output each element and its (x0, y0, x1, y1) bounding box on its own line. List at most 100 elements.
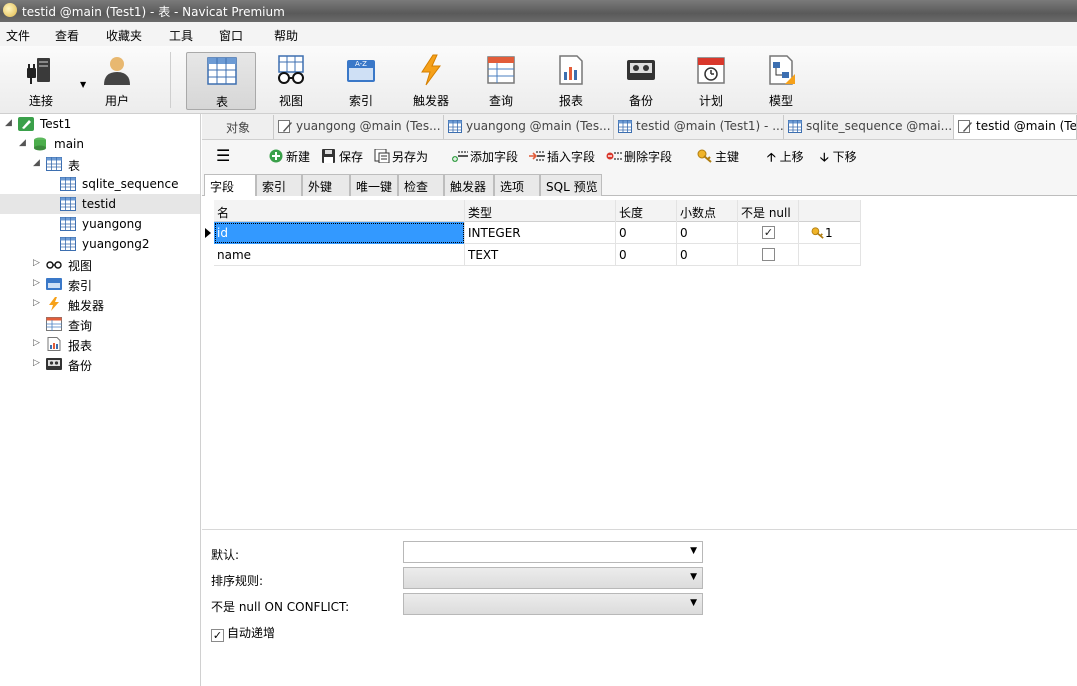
tree-expanded-icon[interactable]: ◢ (33, 158, 40, 168)
add-field-button[interactable]: 添加字段 (452, 148, 518, 165)
tree-table-label: yuangong (82, 217, 142, 231)
plug-icon (27, 58, 50, 84)
tab-sql-preview[interactable]: SQL 预览 (540, 174, 602, 196)
tab-unique-keys[interactable]: 唯一键 (350, 174, 398, 196)
tab-data-yuangong[interactable]: yuangong @main (Tes... (444, 115, 614, 139)
not-null-checkbox[interactable]: ✓ (762, 226, 775, 239)
toolbar-schedule-button[interactable]: 计划 (676, 52, 746, 110)
field-name-cell[interactable]: name (214, 244, 465, 266)
toolbar-report-button[interactable]: 报表 (536, 52, 606, 110)
tree-collapsed-icon[interactable]: ▷ (33, 258, 40, 268)
field-length-cell[interactable]: 0 (616, 244, 677, 266)
tree-reports-group[interactable]: ▷ 报表 (0, 334, 200, 354)
column-header-name[interactable]: 名 (214, 200, 465, 222)
connect-button[interactable]: 连接 ▼ (6, 52, 86, 110)
not-null-checkbox[interactable] (762, 248, 775, 261)
save-button[interactable]: 保存 (321, 148, 363, 165)
toolbar-index-label: 索引 (348, 94, 373, 108)
menu-favorites[interactable]: 收藏夹 (106, 27, 142, 44)
column-header-type[interactable]: 类型 (465, 200, 616, 222)
column-header-key (799, 200, 861, 222)
tab-fields-label: 字段 (210, 180, 235, 194)
toolbar-backup-button[interactable]: 备份 (606, 52, 676, 110)
delete-field-button[interactable]: 删除字段 (606, 148, 672, 165)
tree-collapsed-icon[interactable]: ▷ (33, 278, 40, 288)
field-length-cell[interactable]: 0 (616, 222, 677, 244)
toolbar-trigger-button[interactable]: 触发器 (396, 52, 466, 110)
tree-tables-label: 表 (68, 159, 81, 173)
chevron-down-icon: ▼ (690, 598, 697, 608)
tree-collapsed-icon[interactable]: ▷ (33, 298, 40, 308)
primary-key-button[interactable]: 主键 (697, 148, 739, 165)
field-row[interactable]: id INTEGER 0 0 ✓ 1 (205, 222, 861, 244)
field-not-null-cell[interactable] (738, 244, 799, 266)
field-type-cell[interactable]: TEXT (465, 244, 616, 266)
tree-collapsed-icon[interactable]: ▷ (33, 358, 40, 368)
collation-select[interactable]: ▼ (403, 567, 703, 589)
tree-triggers-group[interactable]: ▷ 触发器 (0, 294, 200, 314)
default-select[interactable]: ▼ (403, 541, 703, 563)
hamburger-menu-icon[interactable]: ☰ (216, 146, 230, 165)
tree-backups-group[interactable]: ▷ 备份 (0, 354, 200, 374)
user-button[interactable]: 用户 (82, 52, 152, 110)
tab-objects[interactable]: 对象 (202, 115, 274, 139)
tree-table-item[interactable]: yuangong (0, 214, 200, 234)
toolbar-table-button[interactable]: 表 (186, 52, 256, 110)
tree-table-item[interactable]: sqlite_sequence (0, 174, 200, 194)
tree-table-item[interactable]: yuangong2 (0, 234, 200, 254)
tree-tables-group[interactable]: ◢ 表 (0, 154, 200, 174)
autoincrement-option[interactable]: ✓ 自动递增 (211, 624, 275, 642)
field-decimals-cell[interactable]: 0 (677, 244, 738, 266)
field-decimals-cell[interactable]: 0 (677, 222, 738, 244)
tab-fields[interactable]: 字段 (204, 174, 256, 197)
database-icon (34, 137, 46, 151)
object-tab-bar: 对象 yuangong @main (Tes... yuangong @main… (202, 114, 1077, 140)
tab-checks[interactable]: 检查 (398, 174, 444, 196)
insert-field-button[interactable]: 插入字段 (529, 148, 595, 165)
menu-file[interactable]: 文件 (6, 27, 30, 44)
toolbar-view-button[interactable]: 视图 (256, 52, 326, 110)
tab-triggers[interactable]: 触发器 (444, 174, 494, 196)
tab-indexes[interactable]: 索引 (256, 174, 302, 196)
tree-table-item-selected[interactable]: testid (0, 194, 200, 214)
toolbar-index-button[interactable]: A-Z 索引 (326, 52, 396, 110)
tree-table-label: sqlite_sequence (82, 177, 179, 191)
toolbar-model-button[interactable]: 模型 (746, 52, 816, 110)
column-header-decimals[interactable]: 小数点 (677, 200, 738, 222)
save-as-button[interactable]: 另存为 (374, 148, 428, 165)
tree-queries-group[interactable]: 查询 (0, 314, 200, 334)
field-row[interactable]: name TEXT 0 0 (214, 244, 861, 266)
tab-design-testid[interactable]: testid @main (Tes (954, 115, 1077, 139)
current-row-marker (205, 228, 211, 238)
not-null-conflict-select[interactable]: ▼ (403, 593, 703, 615)
tab-data-testid[interactable]: testid @main (Test1) - ... (614, 115, 784, 139)
new-button[interactable]: 新建 (268, 148, 310, 165)
tab-data-sqlite-sequence[interactable]: sqlite_sequence @mai... (784, 115, 954, 139)
tree-expanded-icon[interactable]: ◢ (5, 118, 12, 128)
field-name-cell[interactable]: id (214, 222, 465, 244)
toolbar-query-button[interactable]: 查询 (466, 52, 536, 110)
autoincrement-checkbox[interactable]: ✓ (211, 629, 224, 642)
move-down-button[interactable]: 🡣 下移 (820, 148, 857, 169)
tree-indexes-group[interactable]: ▷ 索引 (0, 274, 200, 294)
tree-collapsed-icon[interactable]: ▷ (33, 338, 40, 348)
tab-options[interactable]: 选项 (494, 174, 540, 196)
tab-design-yuangong[interactable]: yuangong @main (Tes... (274, 115, 444, 139)
field-not-null-cell[interactable]: ✓ (738, 222, 799, 244)
tree-connection[interactable]: ◢ Test1 (0, 114, 200, 134)
menu-view[interactable]: 查看 (55, 27, 79, 44)
tree-expanded-icon[interactable]: ◢ (19, 138, 26, 148)
user-label: 用户 (104, 94, 129, 108)
tree-database-label: main (54, 137, 84, 151)
tree-views-group[interactable]: ▷ 视图 (0, 254, 200, 274)
tree-database[interactable]: ◢ main (0, 134, 200, 154)
tab-foreign-keys[interactable]: 外键 (302, 174, 350, 196)
model-icon (769, 55, 795, 85)
column-header-length[interactable]: 长度 (616, 200, 677, 222)
menu-tools[interactable]: 工具 (169, 27, 193, 44)
move-up-button[interactable]: 🡡 上移 (767, 148, 804, 169)
menu-window[interactable]: 窗口 (219, 27, 243, 44)
column-header-not-null[interactable]: 不是 null (738, 200, 799, 222)
menu-help[interactable]: 帮助 (274, 27, 298, 44)
field-type-cell[interactable]: INTEGER (465, 222, 616, 244)
